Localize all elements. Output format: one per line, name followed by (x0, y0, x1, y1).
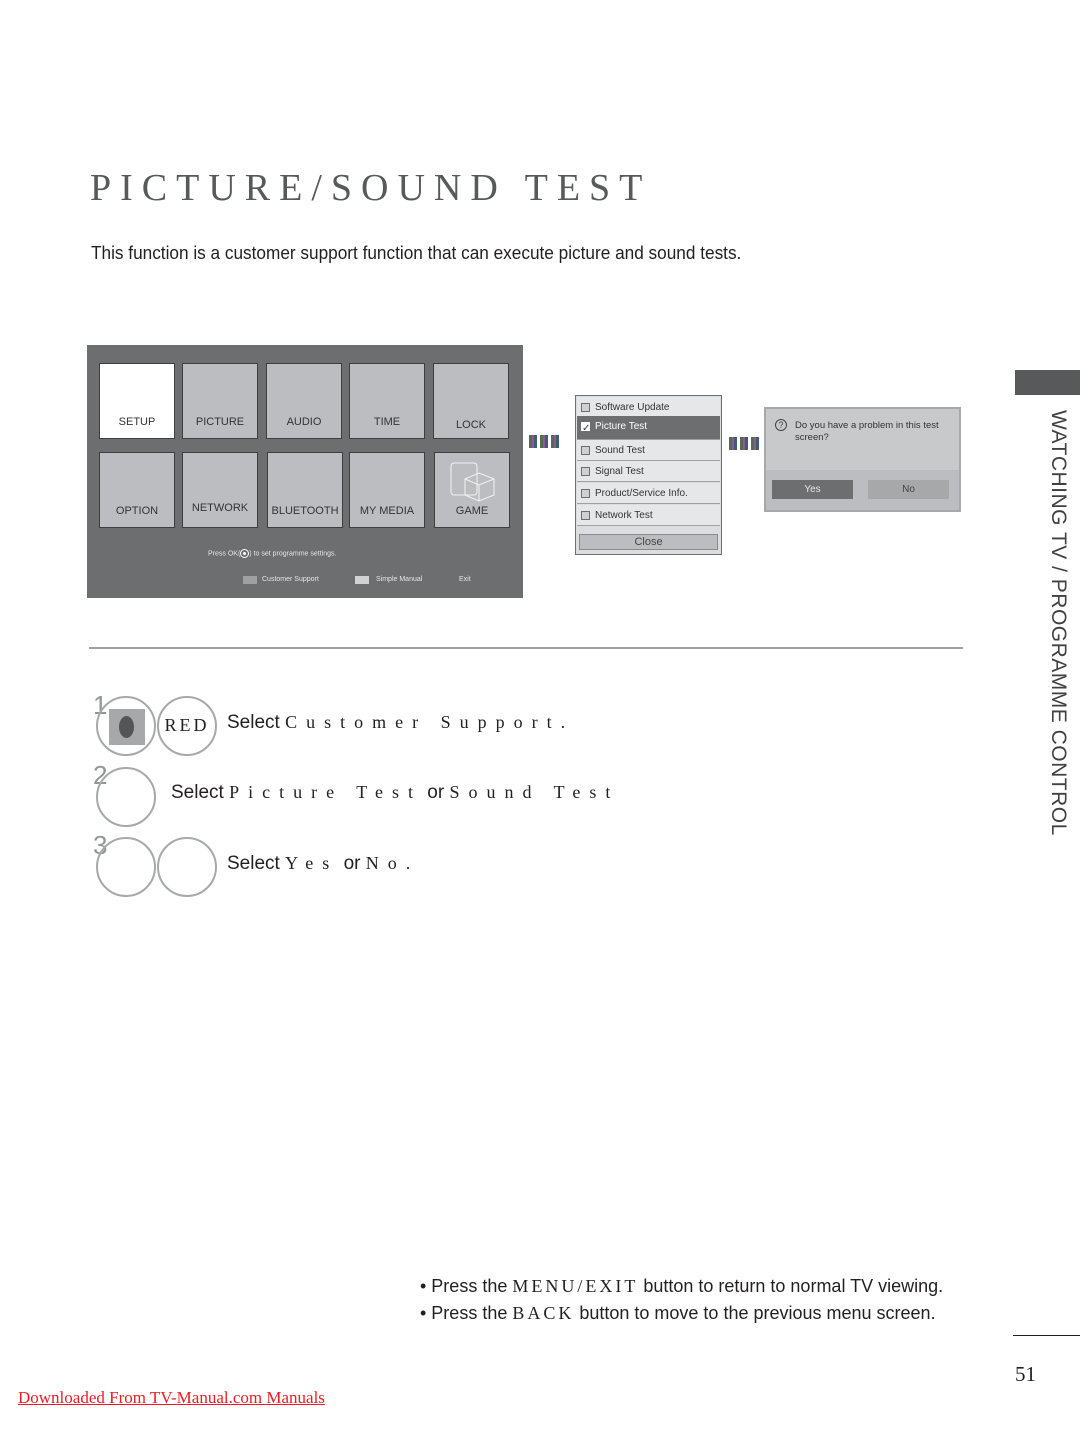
cs-item-software-update[interactable]: Software Update (577, 397, 720, 418)
step-target: Picture Test (229, 782, 422, 802)
legend-exit[interactable]: Exit (459, 576, 471, 583)
step-prefix: Select (227, 712, 286, 733)
navigation-button-circle (96, 767, 156, 827)
step-1-text: Select Customer Support. (227, 712, 574, 734)
tile-label: SETUP (118, 416, 156, 428)
cs-item-picture-test[interactable]: Picture Test (577, 416, 720, 440)
yes-button[interactable]: Yes (772, 480, 853, 499)
note-back: • Press the BACK button to move to the p… (420, 1303, 936, 1324)
remote-button-icon (109, 709, 145, 745)
no-button[interactable]: No (868, 480, 949, 499)
checkbox-icon (581, 467, 590, 476)
note-suffix: button to move to the previous menu scre… (574, 1303, 936, 1323)
step-prefix: Select (171, 782, 230, 803)
cs-item-label: Picture Test (595, 421, 648, 432)
tile-label: TIME (373, 416, 401, 428)
menu-tile-my-media[interactable]: MY MEDIA (349, 452, 425, 528)
menu-tile-network[interactable]: NETWORK (182, 452, 258, 528)
dialog-message: Do you have a problem in this test scree… (795, 420, 939, 443)
step-target: Customer Support. (285, 712, 575, 732)
cs-item-label: Sound Test (595, 445, 645, 456)
tile-label: GAME (455, 505, 489, 517)
game-cubes-icon (450, 462, 495, 502)
step-target: No. (365, 853, 420, 873)
tile-label: AUDIO (286, 416, 322, 428)
cs-item-label: Network Test (595, 510, 653, 521)
remote-button-circle (96, 696, 156, 756)
cs-item-label: Software Update (595, 402, 670, 413)
tile-label: MY MEDIA (359, 505, 415, 517)
customer-support-color-chip (243, 576, 257, 584)
arrow-right-icon (729, 437, 762, 450)
note-prefix: • Press the (420, 1303, 513, 1323)
ok-button-circle (157, 837, 217, 897)
cs-item-label: Product/Service Info. (595, 488, 688, 499)
tile-label: PICTURE (195, 416, 245, 428)
arrow-right-icon (529, 435, 562, 448)
step-joiner: or (422, 782, 450, 803)
note-key: MENU/EXIT (512, 1276, 639, 1296)
download-link[interactable]: Downloaded From TV-Manual.com Manuals (18, 1388, 325, 1408)
dialog-body: ? Do you have a problem in this test scr… (766, 409, 959, 470)
customer-support-panel: Software Update Picture Test Sound Test … (575, 395, 722, 555)
red-button-circle: RED (157, 696, 217, 756)
menu-tile-bluetooth[interactable]: BLUETOOTH (267, 452, 343, 528)
step-target: Yes (285, 853, 339, 873)
legend-customer-support[interactable]: Customer Support (262, 576, 319, 583)
note-prefix: • Press the (420, 1276, 513, 1296)
hint-prefix: Press OK( (208, 550, 241, 558)
hint-suffix: ) to set programme settings. (249, 550, 337, 558)
menu-hint: Press OK( ) to set programme settings. (208, 549, 336, 558)
note-key: BACK (512, 1303, 575, 1323)
footer-rule (1013, 1335, 1080, 1336)
menu-tile-picture[interactable]: PICTURE (182, 363, 258, 439)
menu-tile-setup[interactable]: SETUP (99, 363, 175, 439)
menu-tile-audio[interactable]: AUDIO (266, 363, 342, 439)
intro-text: This function is a customer support func… (91, 242, 742, 263)
red-button-label: RED (164, 715, 210, 735)
close-button[interactable]: Close (579, 534, 718, 550)
checkbox-checked-icon (581, 418, 590, 440)
page-title: PICTURE/SOUND TEST (90, 167, 652, 209)
checkbox-icon (581, 511, 590, 520)
cs-item-signal-test[interactable]: Signal Test (577, 461, 720, 482)
step-joiner: or (338, 853, 366, 874)
menu-tile-option[interactable]: OPTION (99, 452, 175, 528)
tile-label: LOCK (456, 419, 486, 431)
tv-main-menu: SETUP PICTURE AUDIO TIME LOCK OPTION NET… (87, 345, 523, 598)
step-prefix: Select (227, 853, 286, 874)
tile-label: OPTION (115, 505, 159, 517)
checkbox-icon (581, 446, 590, 455)
page-number: 51 (1015, 1362, 1036, 1386)
step-target: Sound Test (449, 782, 620, 802)
menu-tile-game[interactable]: GAME (434, 452, 510, 528)
simple-manual-color-chip (355, 576, 369, 584)
navigation-button-circle (96, 837, 156, 897)
section-divider (89, 647, 963, 649)
step-2-text: Select Picture Test or Sound Test (171, 782, 619, 804)
cs-item-network-test[interactable]: Network Test (577, 505, 720, 526)
step-3-text: Select Yes or No. (227, 853, 419, 875)
tile-label: NETWORK (191, 502, 249, 514)
cs-item-product-service-info[interactable]: Product/Service Info. (577, 483, 720, 504)
legend-simple-manual[interactable]: Simple Manual (376, 576, 422, 583)
section-tab-title: WATCHING TV / PROGRAMME CONTROL (1047, 410, 1070, 836)
note-suffix: button to return to normal TV viewing. (638, 1276, 944, 1296)
checkbox-icon (581, 489, 590, 498)
note-menu-exit: • Press the MENU/EXIT button to return t… (420, 1276, 943, 1297)
cs-item-sound-test[interactable]: Sound Test (577, 440, 720, 461)
test-confirm-dialog: ? Do you have a problem in this test scr… (764, 407, 961, 512)
ok-button-icon (240, 549, 250, 558)
cs-item-label: Signal Test (595, 466, 644, 477)
question-icon: ? (775, 419, 787, 431)
menu-tile-time[interactable]: TIME (349, 363, 425, 439)
section-tab-marker (1015, 370, 1080, 395)
tile-label: BLUETOOTH (271, 505, 339, 517)
checkbox-icon (581, 403, 590, 412)
menu-tile-lock[interactable]: LOCK (433, 363, 509, 439)
